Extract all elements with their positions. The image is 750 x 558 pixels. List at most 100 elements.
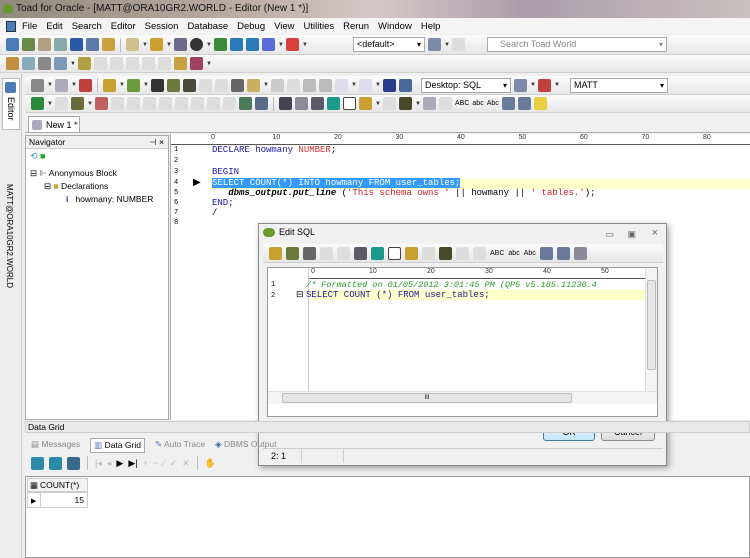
sql-compare-icon[interactable]	[303, 78, 316, 92]
vertical-scrollbar[interactable]	[645, 268, 657, 391]
uppercase-icon[interactable]: ABC	[455, 100, 469, 107]
outdent-icon[interactable]	[517, 97, 531, 110]
save-all-icon[interactable]	[167, 78, 180, 92]
refresh-icon[interactable]: ⟲ ■	[30, 151, 45, 162]
menu-edit[interactable]: Edit	[46, 21, 62, 32]
sql-icon[interactable]	[55, 78, 68, 92]
last-record-icon[interactable]: ▶|	[128, 458, 137, 469]
schema-combo[interactable]: MATT	[570, 77, 668, 93]
print-icon[interactable]	[303, 246, 316, 260]
bug-icon[interactable]	[214, 38, 227, 51]
copy-icon[interactable]	[295, 97, 308, 110]
table-row[interactable]: ▶ 15	[27, 492, 88, 508]
minimize-button[interactable]: ▭	[605, 226, 614, 243]
lookup-icon[interactable]	[78, 57, 91, 70]
pin-close-icon[interactable]: ⊣ ×	[149, 136, 164, 148]
capitalize-icon[interactable]: Abc	[487, 100, 499, 107]
gear-icon[interactable]	[6, 57, 19, 70]
menu-help[interactable]: Help	[421, 21, 441, 32]
lowercase-icon[interactable]: abc	[472, 100, 483, 107]
run-to-cursor-icon[interactable]	[383, 78, 396, 92]
document-icon[interactable]	[399, 78, 412, 92]
collapse-icon[interactable]: ⊟	[296, 289, 304, 300]
new-page-icon[interactable]	[343, 97, 356, 110]
menu-search[interactable]: Search	[72, 21, 102, 32]
dropdown-arrow[interactable]: ▼	[206, 61, 212, 67]
close-connection-icon[interactable]	[538, 78, 551, 92]
menu-database[interactable]: Database	[187, 21, 228, 32]
print-icon[interactable]	[150, 38, 163, 51]
database-icon[interactable]	[67, 456, 80, 470]
key-icon[interactable]	[102, 38, 115, 51]
dropdown-arrow[interactable]: ▼	[166, 42, 172, 48]
document-icon[interactable]	[6, 21, 16, 32]
highlight-icon[interactable]	[359, 97, 372, 110]
disconnect-icon[interactable]	[286, 38, 299, 51]
connect-icon[interactable]	[262, 38, 275, 51]
connection-combo[interactable]: <default>	[353, 37, 425, 52]
column-header-count[interactable]: ▦ COUNT(*)	[27, 478, 88, 492]
clear-icon[interactable]	[79, 78, 92, 92]
tools-icon[interactable]	[54, 38, 67, 51]
new-connection-icon[interactable]	[6, 38, 19, 51]
trace-icon[interactable]	[95, 97, 108, 110]
execute-icon[interactable]	[31, 97, 44, 110]
horizontal-scrollbar[interactable]: III	[268, 391, 657, 404]
lowercase-icon[interactable]: abc	[508, 250, 519, 257]
dropdown-arrow[interactable]: ▼	[302, 42, 308, 48]
report-icon[interactable]	[86, 38, 99, 51]
tab-auto-trace[interactable]: ✎ Auto Trace	[155, 438, 205, 453]
folder-icon[interactable]	[174, 57, 187, 70]
results-grid[interactable]: ▦ COUNT(*) ▶ 15	[25, 476, 750, 558]
open-icon[interactable]	[269, 246, 282, 260]
schema-browser-icon[interactable]	[22, 38, 35, 51]
tree-item-howmany[interactable]: i howmany: NUMBER	[66, 194, 153, 204]
flask-icon[interactable]	[22, 57, 35, 70]
save-as-icon[interactable]	[183, 78, 196, 92]
explain-plan-icon[interactable]	[71, 97, 84, 110]
stopwatch-icon[interactable]	[190, 38, 203, 51]
menu-rerun[interactable]: Rerun	[343, 21, 369, 32]
find-replace-icon[interactable]	[439, 246, 452, 260]
tab-messages[interactable]: ▤ Messages	[25, 438, 80, 453]
commit-icon[interactable]	[230, 38, 243, 51]
commit-icon[interactable]	[31, 456, 44, 470]
color-icon[interactable]	[428, 38, 441, 51]
bulb-icon[interactable]	[247, 78, 260, 92]
more-chevron-icon[interactable]	[533, 97, 547, 110]
tab-dbms-output[interactable]: ◈ DBMS Output	[215, 438, 276, 453]
scroll-thumb[interactable]: III	[282, 393, 572, 403]
menu-window[interactable]: Window	[378, 21, 412, 32]
dropdown-arrow[interactable]: ▼	[47, 82, 53, 88]
menu-file[interactable]: File	[22, 21, 37, 32]
dropdown-arrow[interactable]: ▼	[119, 82, 125, 88]
save-icon[interactable]	[286, 246, 299, 260]
print-icon[interactable]	[231, 78, 244, 92]
menu-utilities[interactable]: Utilities	[304, 21, 335, 32]
window-icon[interactable]	[190, 57, 203, 70]
cut-icon[interactable]	[279, 97, 292, 110]
select-all-icon[interactable]	[371, 246, 384, 260]
dropdown-arrow[interactable]: ▼	[71, 82, 77, 88]
panel-icon[interactable]	[271, 78, 284, 92]
tree-icon[interactable]	[54, 57, 67, 70]
dropdown-arrow[interactable]: ▼	[206, 42, 212, 48]
outdent-icon[interactable]	[556, 246, 570, 260]
menu-view[interactable]: View	[274, 21, 294, 32]
indent-icon[interactable]	[539, 246, 553, 260]
format-options-icon[interactable]	[255, 97, 268, 110]
paste-icon[interactable]	[311, 97, 324, 110]
maximize-button[interactable]: ▣	[627, 226, 636, 243]
sql-editor-icon[interactable]	[38, 38, 51, 51]
indent-icon[interactable]	[501, 97, 515, 110]
diamond-icon[interactable]	[70, 38, 83, 51]
tab-data-grid[interactable]: ▥ Data Grid	[90, 438, 145, 453]
dropdown-arrow[interactable]: ▼	[143, 82, 149, 88]
tab-new-1[interactable]: New 1 *	[28, 116, 80, 133]
wand-icon[interactable]	[31, 78, 44, 92]
dropdown-arrow[interactable]: ▼	[142, 42, 148, 48]
scroll-thumb[interactable]	[647, 280, 656, 370]
tree-item-declarations[interactable]: ⊟ ■ Declarations	[44, 181, 108, 192]
undo-icon[interactable]	[423, 97, 436, 110]
new-page-icon[interactable]	[388, 246, 401, 260]
